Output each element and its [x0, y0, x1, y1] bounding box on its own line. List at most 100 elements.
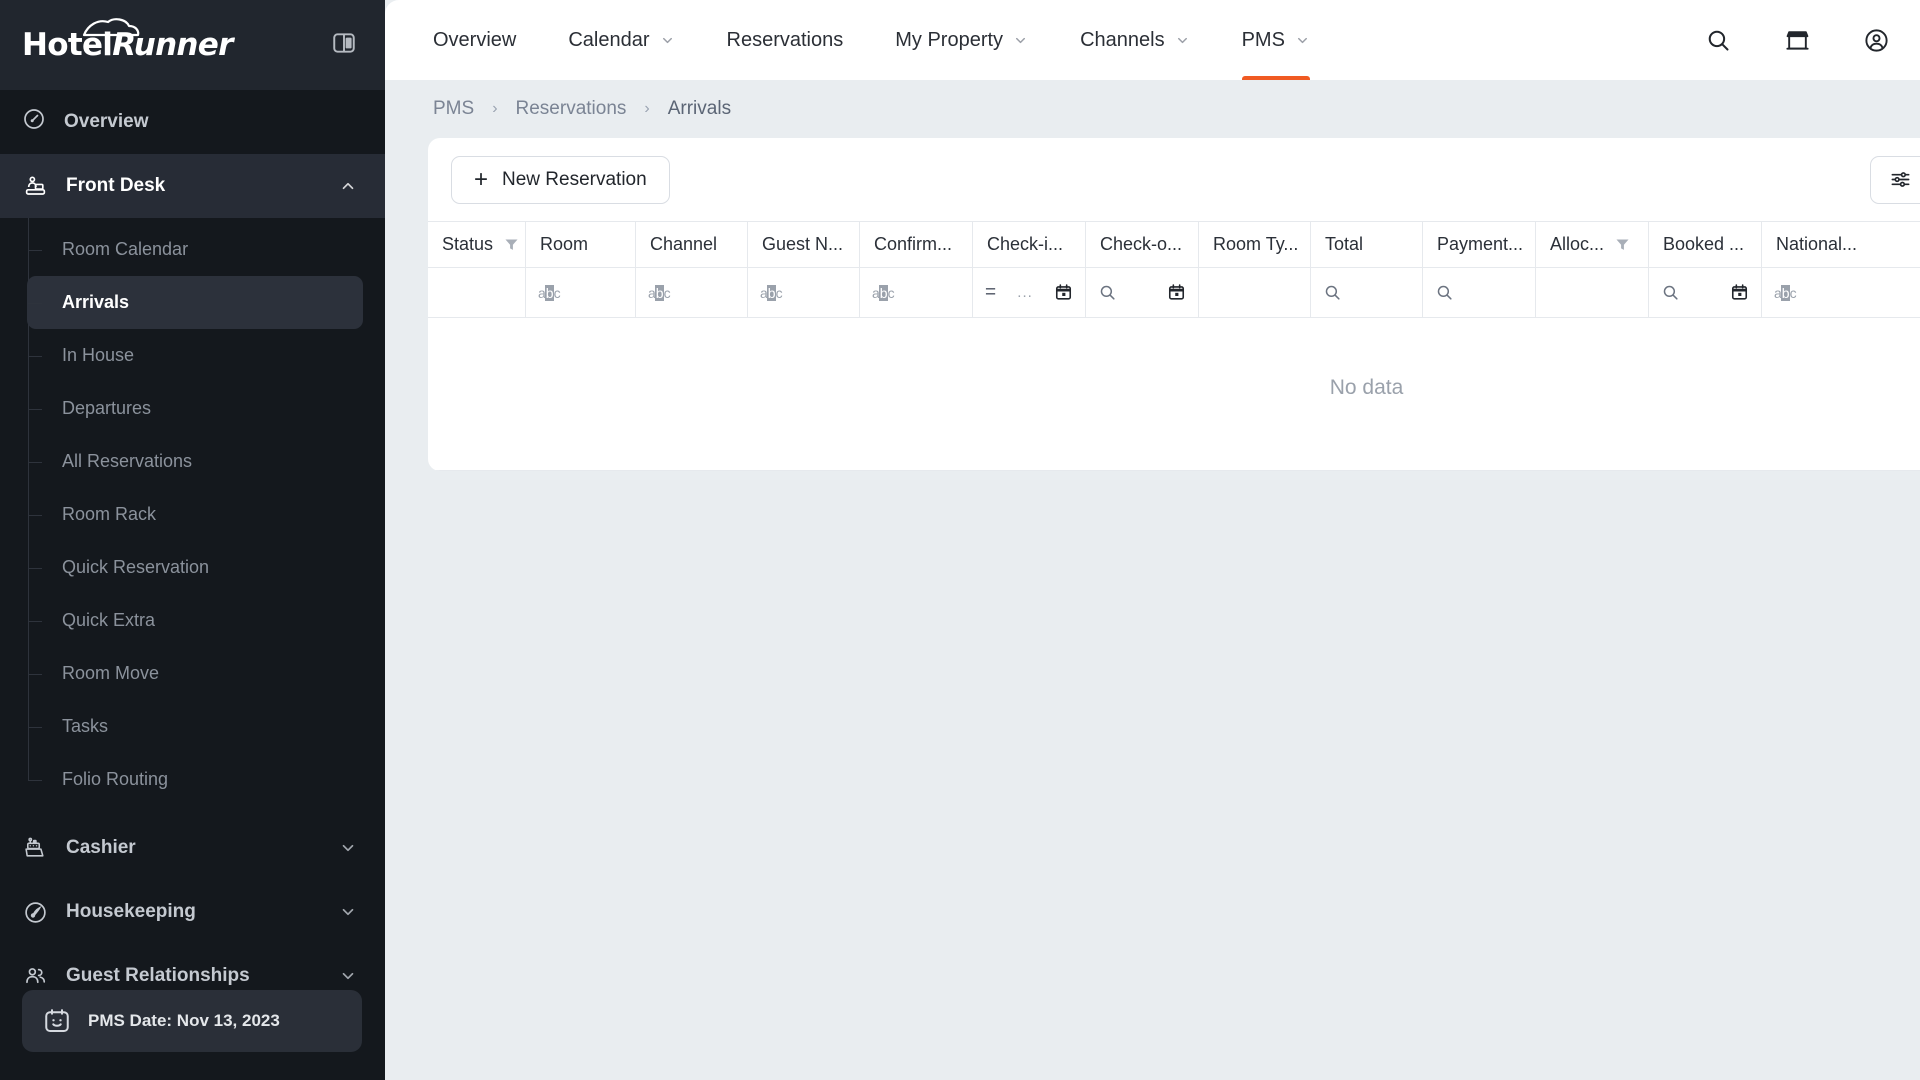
tab-pms[interactable]: PMS: [1216, 0, 1336, 80]
abc-filter-icon: abc: [538, 284, 561, 301]
filter-cell-room-type[interactable]: [1199, 268, 1311, 317]
sidebar-group-cashier[interactable]: Cashier: [0, 816, 385, 880]
column-header-check-in[interactable]: Check-i...: [973, 222, 1086, 267]
filter-cell-payment[interactable]: [1423, 268, 1536, 317]
abc-filter-icon: abc: [1774, 284, 1797, 301]
column-header-channel[interactable]: Channel: [636, 222, 748, 267]
sidebar-item-quick-reservation[interactable]: Quick Reservation: [27, 541, 363, 594]
tab-channels[interactable]: Channels: [1054, 0, 1216, 80]
column-header-payment[interactable]: Payment...: [1423, 222, 1536, 267]
chevron-down-icon: [342, 972, 354, 980]
column-header-total[interactable]: Total: [1311, 222, 1423, 267]
sidebar-item-room-calendar[interactable]: Room Calendar: [27, 223, 363, 276]
tree-tick: [28, 726, 42, 728]
column-header-room-type[interactable]: Room Ty...: [1199, 222, 1311, 267]
panel-toggle-icon[interactable]: [331, 30, 357, 61]
housekeeping-icon: [22, 899, 48, 925]
sidebar-item-folio-routing[interactable]: Folio Routing: [27, 753, 363, 806]
front-desk-icon: [22, 173, 48, 199]
sidebar-item-quick-reservation-label: Quick Reservation: [62, 557, 210, 577]
filter-cell-guest-name[interactable]: abc: [748, 268, 860, 317]
column-header-allocation[interactable]: Alloc...: [1536, 222, 1649, 267]
sidebar-item-quick-extra-label: Quick Extra: [62, 610, 156, 630]
tab-my-property[interactable]: My Property: [869, 0, 1054, 80]
search-icon[interactable]: [1435, 283, 1454, 302]
sidebar-item-quick-extra[interactable]: Quick Extra: [27, 594, 363, 647]
tree-tick: [28, 673, 42, 675]
breadcrumb-item-reservations[interactable]: Reservations: [516, 98, 627, 120]
equals-operator-icon[interactable]: =: [985, 282, 996, 304]
tab-pms-label: PMS: [1241, 28, 1285, 51]
calendar-icon[interactable]: [1167, 283, 1186, 302]
calendar-icon[interactable]: [1730, 283, 1749, 302]
sidebar-group-housekeeping[interactable]: Housekeeping: [0, 880, 385, 944]
sidebar-item-tasks[interactable]: Tasks: [27, 700, 363, 753]
top-nav-items: Overview Calendar Reservations My Proper…: [407, 0, 1336, 80]
search-icon[interactable]: [1705, 27, 1732, 54]
filter-cell-total[interactable]: [1311, 268, 1423, 317]
filter-cell-allocation[interactable]: [1536, 268, 1649, 317]
arrivals-card: + New Reservation Status Room Channel Gu…: [428, 138, 1920, 471]
cash-register-icon: [22, 835, 48, 861]
column-header-nationality[interactable]: National...: [1762, 222, 1875, 267]
breadcrumb-item-pms[interactable]: PMS: [433, 98, 474, 120]
breadcrumb-item-arrivals: Arrivals: [667, 98, 732, 119]
column-header-room[interactable]: Room: [526, 222, 636, 267]
tab-overview[interactable]: Overview: [407, 0, 542, 80]
chevron-down-icon: [1016, 37, 1026, 43]
funnel-icon[interactable]: [503, 236, 520, 253]
account-avatar-icon[interactable]: [1863, 27, 1890, 54]
column-header-total-label: Total: [1325, 234, 1364, 254]
tree-tick: [28, 408, 42, 410]
speedometer-icon: [22, 107, 46, 137]
search-icon[interactable]: [1323, 283, 1342, 302]
filter-cell-check-in[interactable]: = ...: [973, 268, 1086, 317]
column-header-status[interactable]: Status: [428, 222, 526, 267]
column-header-check-out[interactable]: Check-o...: [1086, 222, 1199, 267]
filter-cell-room[interactable]: abc: [526, 268, 636, 317]
tree-tick: [28, 355, 42, 357]
sidebar-item-overview[interactable]: Overview: [0, 90, 385, 154]
pms-date-badge[interactable]: PMS Date: Nov 13, 2023: [22, 990, 362, 1052]
sidebar-item-room-move[interactable]: Room Move: [27, 647, 363, 700]
search-icon[interactable]: [1098, 283, 1117, 302]
filter-cell-check-out[interactable]: [1086, 268, 1199, 317]
sidebar-item-all-reservations-label: All Reservations: [62, 451, 193, 471]
tab-calendar[interactable]: Calendar: [542, 0, 700, 80]
sidebar-item-departures-label: Departures: [62, 398, 152, 418]
column-header-confirmation[interactable]: Confirm...: [860, 222, 973, 267]
abc-filter-icon: abc: [760, 284, 783, 301]
main-area: Overview Calendar Reservations My Proper…: [385, 0, 1920, 1080]
filter-cell-confirmation[interactable]: abc: [860, 268, 973, 317]
calendar-icon[interactable]: [1054, 283, 1073, 302]
column-header-booked-date[interactable]: Booked ...: [1649, 222, 1762, 267]
breadcrumb: PMS › Reservations › Arrivals: [385, 80, 1920, 138]
tab-my-property-label: My Property: [895, 28, 1004, 51]
sidebar-item-departures[interactable]: Departures: [27, 382, 363, 435]
sidebar-group-front-desk-label: Front Desk: [66, 175, 166, 196]
sidebar-item-room-rack[interactable]: Room Rack: [27, 488, 363, 541]
card-toolbar: + New Reservation: [428, 138, 1920, 221]
filter-cell-booked-date[interactable]: [1649, 268, 1762, 317]
sidebar-item-arrivals-label: Arrivals: [62, 292, 130, 312]
tab-calendar-label: Calendar: [568, 28, 650, 51]
funnel-icon[interactable]: [1614, 236, 1631, 253]
sidebar-group-front-desk[interactable]: Front Desk: [0, 154, 385, 218]
column-header-room-label: Room: [540, 234, 589, 254]
new-reservation-button[interactable]: + New Reservation: [451, 155, 670, 204]
search-icon[interactable]: [1661, 283, 1680, 302]
tab-reservations[interactable]: Reservations: [701, 0, 870, 80]
sidebar-item-in-house[interactable]: In House: [27, 329, 363, 382]
chevron-down-icon: [1297, 37, 1307, 43]
column-header-guest-name[interactable]: Guest N...: [748, 222, 860, 267]
hotelrunner-logo[interactable]: HotelRunner: [22, 18, 233, 63]
column-header-check-out-label: Check-o...: [1100, 234, 1183, 254]
store-icon[interactable]: [1784, 27, 1811, 54]
filter-cell-channel[interactable]: abc: [636, 268, 748, 317]
filter-cell-status[interactable]: [428, 268, 526, 317]
sidebar-item-all-reservations[interactable]: All Reservations: [27, 435, 363, 488]
filter-button[interactable]: Filter: [1869, 155, 1920, 204]
sidebar-item-arrivals[interactable]: Arrivals: [27, 276, 363, 329]
sidebar-group-housekeeping-label: Housekeeping: [66, 901, 196, 922]
filter-cell-nationality[interactable]: abc: [1762, 268, 1875, 317]
